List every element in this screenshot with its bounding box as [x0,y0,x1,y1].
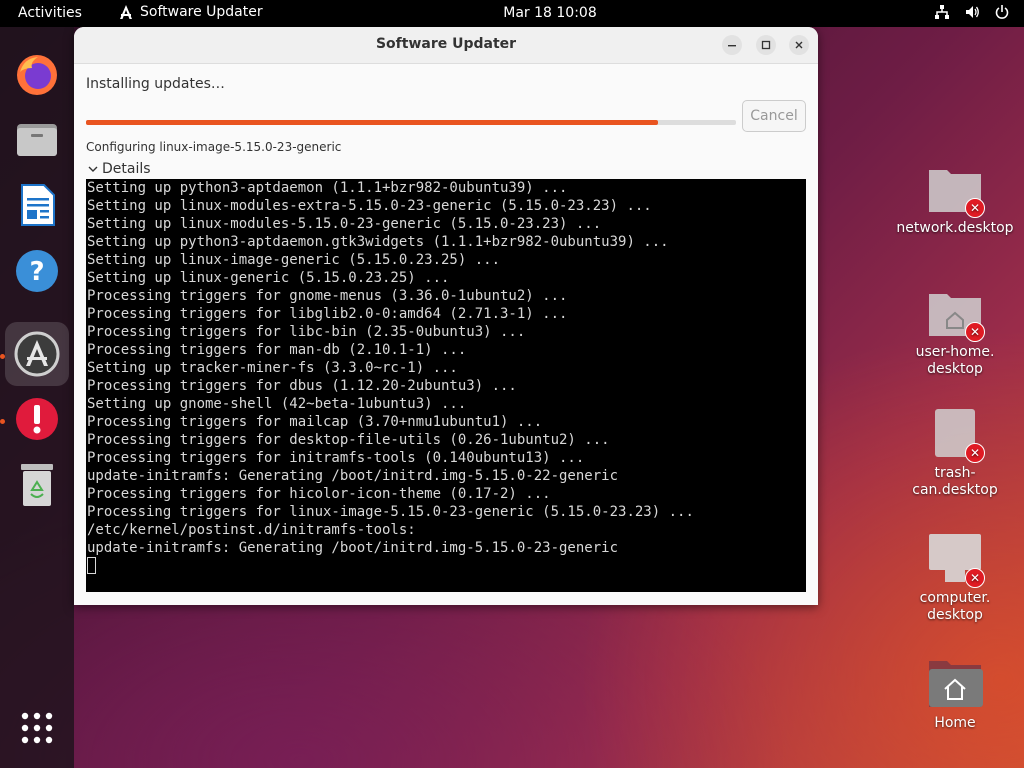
chevron-down-icon [88,166,98,172]
desktop-icon-label-line2: desktop [927,361,983,377]
error-badge-icon: ✕ [965,198,985,218]
error-badge-icon: ✕ [965,322,985,342]
terminal-line: Setting up linux-modules-extra-5.15.0-23… [87,198,652,214]
terminal-lines: Setting up python3-aptdaemon (1.1.1+bzr9… [87,179,806,557]
terminal-line: Setting up linux-modules-5.15.0-23-gener… [87,216,602,232]
top-bar: Activities Software Updater Mar 18 10:08 [0,0,1024,27]
software-updater-launcher[interactable] [5,322,69,386]
minimize-icon [728,45,736,47]
dock: ? [0,27,74,768]
close-button[interactable] [789,35,809,55]
terminal-cursor [87,557,96,574]
system-tray[interactable] [934,4,1010,20]
terminal-line: Processing triggers for gnome-menus (3.3… [87,288,568,304]
terminal-line: Processing triggers for initramfs-tools … [87,450,585,466]
close-icon [795,41,803,49]
desktop-icon-home[interactable]: Home [895,655,1015,732]
terminal-line: Processing triggers for libglib2.0-0:amd… [87,306,568,322]
files-launcher[interactable] [5,107,69,171]
home-folder-icon [929,661,983,707]
maximize-icon [761,40,771,50]
window-titlebar[interactable]: Software Updater [74,27,818,64]
error-reporter-launcher[interactable] [5,387,69,451]
terminal-line: Setting up tracker-miner-fs (3.3.0~rc-1)… [87,360,458,376]
desktop-icon-label-line1: computer. [919,590,991,606]
volume-icon [966,6,979,18]
error-badge-icon: ✕ [965,568,985,588]
progress-fill [86,120,658,125]
terminal-line: Setting up linux-generic (5.15.0.23.25) … [87,270,450,286]
terminal-line: Processing triggers for libc-bin (2.35-0… [87,324,526,340]
terminal-line: /etc/kernel/postinst.d/initramfs-tools: [87,522,416,538]
desktop-icon-label: trash-can.desktop [912,465,998,498]
minimize-button[interactable] [722,35,742,55]
trash-icon [21,464,53,506]
desktop-icon-trash-can[interactable]: ✕ trash-can.desktop [895,405,1015,499]
help-launcher[interactable]: ? [5,239,69,303]
terminal-line: Setting up gnome-shell (42~beta-1ubuntu3… [87,396,467,412]
svg-text:?: ? [29,257,44,287]
terminal-output[interactable]: Setting up python3-aptdaemon (1.1.1+bzr9… [86,179,806,592]
desktop-icon-computer[interactable]: ✕ computer. desktop [895,530,1015,624]
progress-bar [86,120,736,125]
config-status-label: Configuring linux-image-5.15.0-23-generi… [86,140,342,154]
firefox-launcher[interactable] [5,43,69,107]
desktop-icon-network[interactable]: ✕ network.desktop [895,160,1015,237]
terminal-line: Processing triggers for hicolor-icon-the… [87,486,551,502]
power-icon [995,5,1009,19]
firefox-icon [17,55,57,95]
terminal-line: Setting up python3-aptdaemon.gtk3widgets… [87,234,669,250]
window-title: Software Updater [375,36,517,52]
show-apps-button[interactable] [5,696,69,760]
desktop-icon-label-line2: desktop [927,607,983,623]
terminal-line: update-initramfs: Generating /boot/initr… [87,540,619,556]
error-badge-icon: ✕ [965,443,985,463]
terminal-line: Setting up python3-aptdaemon (1.1.1+bzr9… [87,180,568,196]
desktop-icon-label: network.desktop [896,220,1014,236]
maximize-button[interactable] [756,35,776,55]
details-expander[interactable]: Details [88,161,151,177]
software-updater-icon [14,331,60,377]
terminal-line: Setting up linux-image-generic (5.15.0.2… [87,252,501,268]
terminal-line: update-initramfs: Generating /boot/initr… [87,468,619,484]
writer-icon [21,184,55,226]
clock[interactable]: Mar 18 10:08 [0,5,1024,21]
cancel-button[interactable]: Cancel [742,100,806,132]
network-icon [935,5,949,19]
trash-launcher[interactable] [5,453,69,517]
desktop-icon-user-home[interactable]: ✕ user-home. desktop [895,284,1015,378]
app-grid-icon [21,712,53,744]
help-icon: ? [16,250,58,292]
terminal-line: Processing triggers for desktop-file-uti… [87,432,610,448]
terminal-line: Processing triggers for man-db (2.10.1-1… [87,342,467,358]
status-label: Installing updates… [86,76,225,92]
terminal-line: Processing triggers for mailcap (3.70+nm… [87,414,543,430]
error-reporter-icon [16,398,58,440]
software-updater-window: Software Updater Installing updates… Can… [74,27,818,605]
files-icon [17,124,57,156]
writer-launcher[interactable] [5,173,69,237]
details-label: Details [102,161,151,177]
desktop-icon-label-line1: user-home. [915,344,995,360]
desktop-icon-label: Home [934,715,976,731]
terminal-line: Processing triggers for dbus (1.12.20-2u… [87,378,517,394]
terminal-line: Processing triggers for linux-image-5.15… [87,504,694,520]
